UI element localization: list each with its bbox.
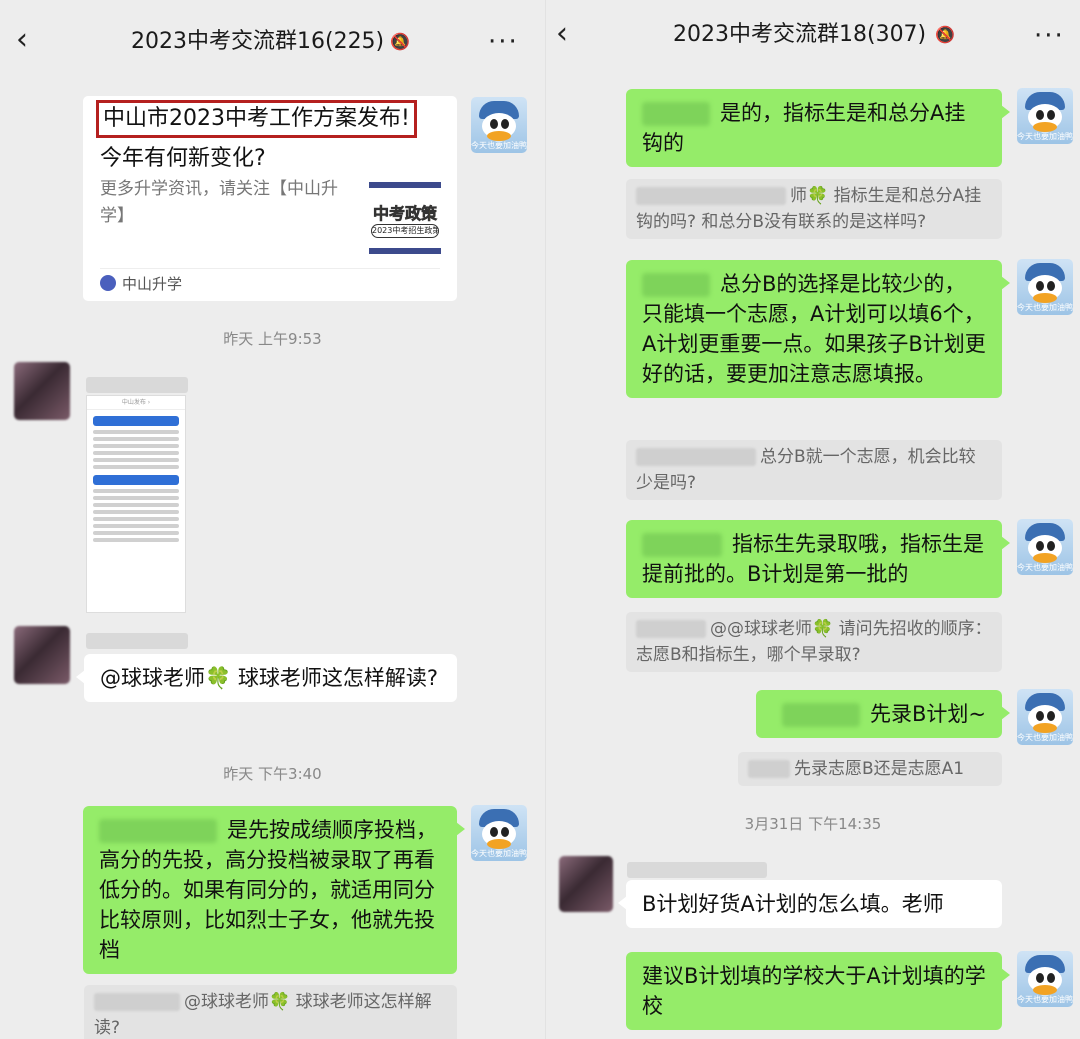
avatar-caption: 今天也要加油鸭 [1017, 563, 1073, 572]
message-bubble: B计划好货A计划的怎么填。老师 [618, 880, 1002, 928]
member-nickname [86, 377, 188, 393]
timestamp: 3月31日 下午14:35 [744, 815, 882, 833]
self-avatar[interactable]: 今天也要加油鸭 [471, 97, 527, 153]
blurred-name [642, 102, 710, 126]
card-source: 中山升学 [100, 272, 182, 296]
card-description: 更多升学资讯，请关注【中山升学】 [100, 179, 338, 226]
quoted-message[interactable]: 师🍀 指标生是和总分A挂钩的吗? 和总分B没有联系的是这样吗? [626, 179, 1002, 239]
quoted-message[interactable]: @球球老师🍀 球球老师这怎样解读? [84, 985, 457, 1039]
member-avatar[interactable] [14, 626, 70, 684]
more-icon[interactable]: ··· [488, 29, 519, 55]
back-icon[interactable]: ‹ [16, 22, 28, 58]
quoted-message[interactable]: 先录志愿B还是志愿A1 [738, 752, 1002, 786]
timestamp: 昨天 下午3:40 [223, 765, 322, 783]
member-nickname [627, 862, 767, 878]
mute-icon: 🔕 [390, 32, 410, 51]
self-avatar[interactable]: 今天也要加油鸭 [471, 805, 527, 861]
mute-icon: 🔕 [935, 25, 955, 44]
card-source-name: 中山升学 [122, 275, 183, 293]
timestamp: 昨天 上午9:53 [223, 330, 322, 348]
message-bubble: 总分B的选择是比较少的，只能填一个志愿，A计划可以填6个，A计划更重要一点。如果… [626, 260, 1010, 398]
message-bubble: 指标生先录取哦，指标生是提前批的。B计划是第一批的 [626, 520, 1010, 598]
thumb-sub-text: 2023中考招生政策 [371, 224, 439, 238]
self-avatar[interactable]: 今天也要加油鸭 [1017, 951, 1073, 1007]
chat-title: 2023中考交流群18(307) [673, 22, 927, 47]
article-card[interactable]: 中山市2023中考工作方案发布! 今年有何新变化? 更多升学资讯，请关注【中山升… [83, 96, 457, 301]
back-icon[interactable]: ‹ [556, 16, 568, 52]
thumb-top-bar [369, 182, 441, 188]
quoted-message[interactable]: 总分B就一个志愿，机会比较少是吗? [626, 440, 1002, 500]
avatar-caption: 今天也要加油鸭 [1017, 733, 1073, 742]
message-bubble: 先录B计划~ [756, 690, 1010, 738]
blurred-name [642, 273, 710, 297]
card-title: 中山市2023中考工作方案发布! [96, 100, 417, 138]
avatar-caption: 今天也要加油鸭 [1017, 995, 1073, 1004]
self-avatar[interactable]: 今天也要加油鸭 [1017, 88, 1073, 144]
quoted-name-blur [636, 448, 756, 466]
right-header: ‹ 2023中考交流群18(307) 🔕 ··· [546, 0, 1080, 68]
quote-text: 先录志愿B还是志愿A1 [794, 759, 965, 779]
avatar-caption: 今天也要加油鸭 [1017, 303, 1073, 312]
quoted-name-blur [636, 620, 706, 638]
right-chat-panel: ‹ 2023中考交流群18(307) 🔕 ··· 是的，指标生是和总分A挂钩的 … [545, 0, 1080, 1039]
source-logo-icon [100, 275, 116, 291]
message-bubble: 建议B计划填的学校大于A计划填的学校 [626, 952, 1010, 1030]
quoted-name-blur [748, 760, 790, 778]
card-thumbnail: 中考政策 2023中考招生政策 [369, 182, 441, 254]
quoted-message[interactable]: @@球球老师🍀 请问先招收的顺序：志愿B和指标生，哪个早录取? [626, 612, 1002, 672]
chat-title: 2023中考交流群16(225) [131, 29, 385, 54]
avatar-caption: 今天也要加油鸭 [471, 141, 527, 150]
avatar-caption: 今天也要加油鸭 [471, 849, 527, 858]
shot-title: 中山发布 › [87, 396, 185, 410]
self-avatar[interactable]: 今天也要加油鸭 [1017, 259, 1073, 315]
left-chat-panel: ‹ 2023中考交流群16(225) 🔕 ··· 中山市2023中考工作方案发布… [0, 0, 545, 1039]
member-nickname [86, 633, 188, 649]
quoted-name-blur [636, 187, 786, 205]
self-avatar[interactable]: 今天也要加油鸭 [1017, 519, 1073, 575]
blurred-name [99, 819, 217, 843]
card-divider [100, 268, 440, 269]
blurred-name [781, 703, 860, 727]
message-text: 先录B计划~ [869, 702, 986, 726]
quoted-name-blur [94, 993, 180, 1011]
thumb-main-text: 中考政策 [372, 204, 438, 224]
member-avatar[interactable] [14, 362, 70, 420]
message-bubble: 是的，指标生是和总分A挂钩的 [626, 89, 1010, 167]
avatar-caption: 今天也要加油鸭 [1017, 132, 1073, 141]
message-bubble: @球球老师🍀 球球老师这怎样解读? [76, 654, 457, 702]
thumb-bottom-bar [369, 248, 441, 254]
card-subtitle: 今年有何新变化? [100, 146, 266, 171]
self-avatar[interactable]: 今天也要加油鸭 [1017, 689, 1073, 745]
member-avatar[interactable] [559, 856, 613, 912]
left-header: ‹ 2023中考交流群16(225) 🔕 ··· [0, 0, 545, 74]
message-bubble: 是先按成绩顺序投档，高分的先投，高分投档被录取了再看低分的。如果有同分的，就适用… [83, 806, 465, 974]
more-icon[interactable]: ··· [1034, 23, 1065, 49]
screenshot-image[interactable]: 中山发布 › [86, 395, 186, 613]
blurred-name [642, 533, 722, 557]
